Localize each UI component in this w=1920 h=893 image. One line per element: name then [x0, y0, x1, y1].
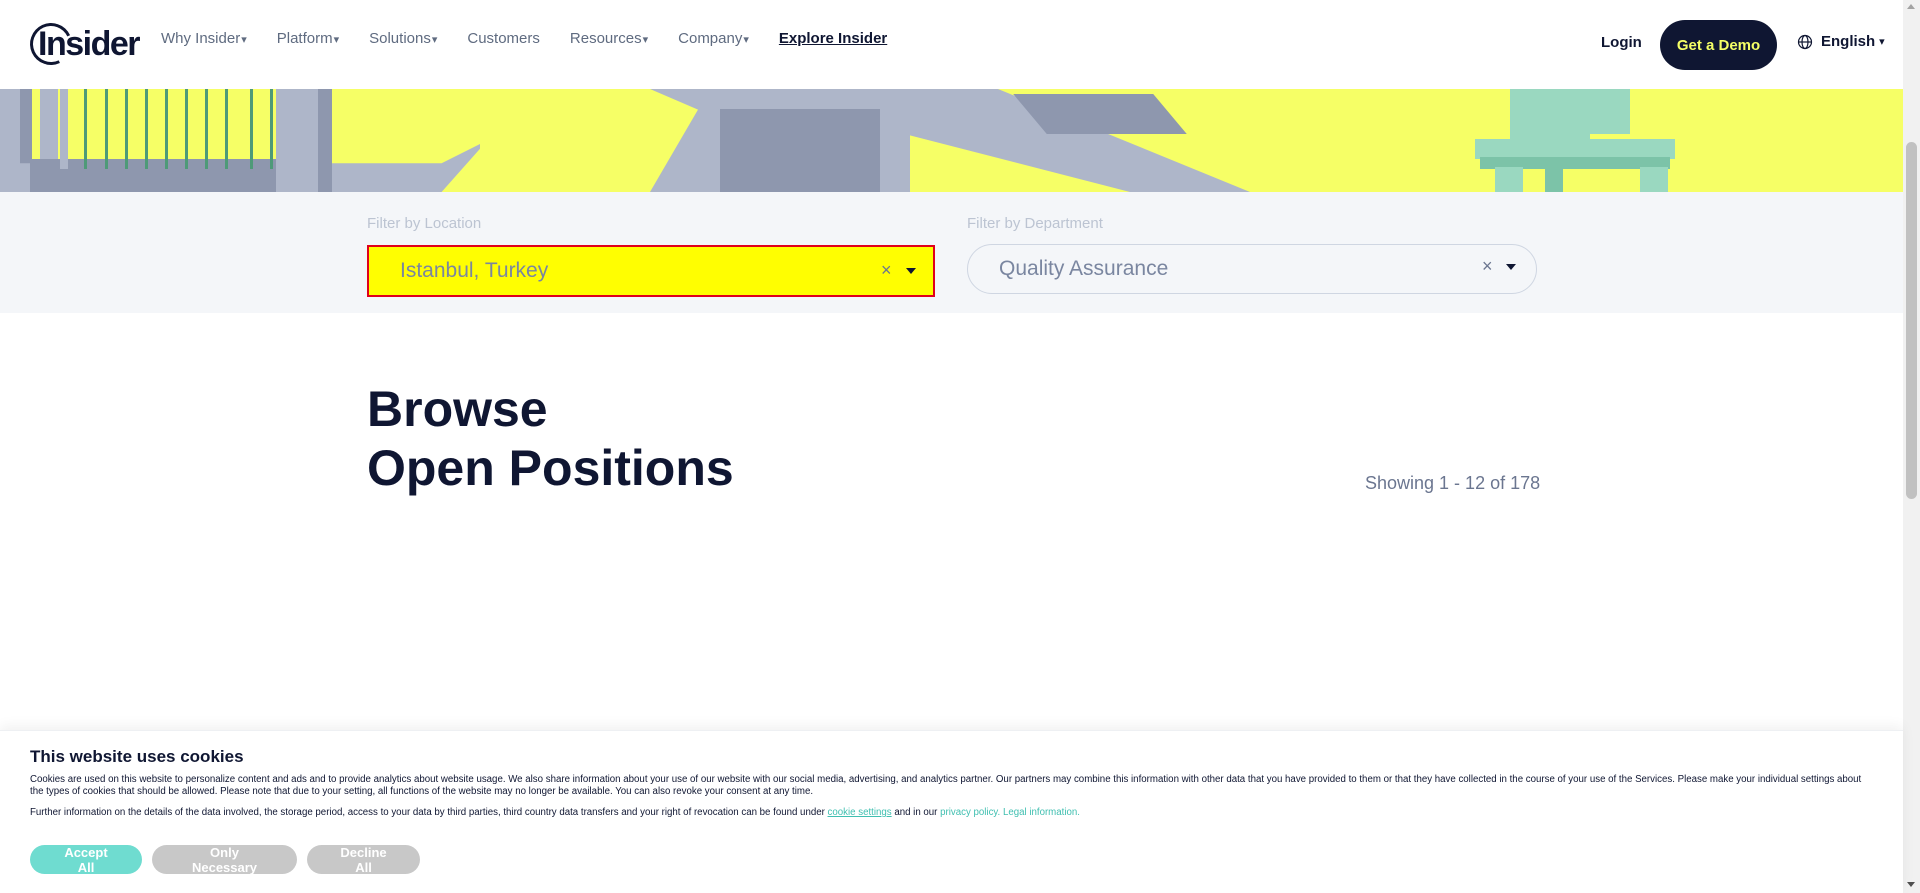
location-select[interactable]: Istanbul, Turkey × — [367, 245, 935, 297]
scroll-down-arrow-icon[interactable] — [1907, 882, 1915, 887]
filter-location-label: Filter by Location — [367, 215, 482, 232]
page-title-line1: Browse — [367, 381, 548, 437]
page-scrollbar[interactable] — [1903, 0, 1920, 893]
nav-platform-label: Platform — [276, 30, 333, 47]
results-count: Showing 1 - 12 of 178 — [1365, 473, 1541, 493]
chevron-down-icon: ▾ — [333, 34, 340, 46]
privacy-policy-link[interactable]: privacy policy. — [940, 807, 1000, 818]
nav-solutions-label: Solutions — [369, 30, 431, 47]
decline-all-button[interactable]: Decline All — [307, 845, 420, 875]
nav-company-label: Company — [678, 30, 743, 47]
cookie-banner: This website uses cookies Cookies are us… — [0, 730, 1903, 893]
logo-text: Insider — [38, 24, 140, 63]
globe-icon — [1797, 34, 1813, 49]
cookie-settings-link[interactable]: cookie settings — [828, 807, 892, 818]
insider-logo[interactable]: Insider — [24, 17, 140, 71]
location-select-value: Istanbul, Turkey — [400, 259, 549, 282]
site-header: Insider Why Insider▾ Platform▾ Solutions… — [0, 0, 1902, 89]
nav-explore-insider[interactable]: Explore Insider — [779, 30, 887, 47]
nav-customers[interactable]: Customers — [467, 30, 540, 47]
scroll-up-arrow-icon[interactable] — [1907, 4, 1915, 9]
chevron-down-icon: ▾ — [1879, 36, 1885, 48]
filter-bar — [0, 192, 1903, 313]
nav-solutions[interactable]: Solutions▾ — [369, 30, 437, 47]
cookie-banner-further-info: Further information on the details of th… — [30, 807, 1875, 818]
chevron-down-icon: ▾ — [241, 34, 247, 46]
chevron-down-icon: ▾ — [642, 34, 649, 46]
legal-information-link[interactable]: Legal information. — [1003, 807, 1080, 818]
nav-customers-label: Customers — [467, 30, 540, 47]
department-dropdown-arrow-icon[interactable] — [1506, 264, 1516, 270]
filter-department-label: Filter by Department — [967, 215, 1103, 232]
hero-banner-illustration — [0, 89, 1903, 192]
language-selector[interactable]: English ▾ — [1797, 33, 1885, 50]
clear-department-icon[interactable]: × — [1482, 256, 1493, 277]
login-link[interactable]: Login — [1601, 34, 1642, 51]
chevron-down-icon: ▾ — [431, 34, 438, 46]
language-label: English — [1821, 33, 1876, 50]
cookie-banner-title: This website uses cookies — [30, 747, 244, 766]
cookie-button-group: Accept All Only Necessary Decline All — [30, 845, 420, 875]
department-select[interactable]: Quality Assurance × — [967, 244, 1537, 294]
cookie-banner-text: Cookies are used on this website to pers… — [30, 774, 1862, 797]
nav-company[interactable]: Company▾ — [678, 30, 749, 47]
page-title: Browse Open Positions — [367, 380, 734, 498]
careers-page: Insider Why Insider▾ Platform▾ Solutions… — [0, 0, 1920, 893]
nav-why-insider[interactable]: Why Insider▾ — [161, 30, 247, 47]
only-necessary-button[interactable]: Only Necessary — [152, 845, 297, 875]
main-nav: Why Insider▾ Platform▾ Solutions▾ Custom… — [161, 30, 917, 47]
cookie-further-info-middle: and in our — [891, 807, 941, 818]
clear-location-icon[interactable]: × — [881, 260, 892, 281]
nav-resources[interactable]: Resources▾ — [570, 30, 648, 47]
location-dropdown-arrow-icon[interactable] — [906, 268, 916, 274]
nav-why-insider-label: Why Insider — [161, 30, 241, 47]
page-title-line2: Open Positions — [367, 440, 734, 496]
cookie-further-info-text: Further information on the details of th… — [30, 807, 828, 818]
nav-resources-label: Resources — [569, 30, 642, 47]
department-select-value: Quality Assurance — [999, 257, 1169, 280]
nav-platform[interactable]: Platform▾ — [277, 30, 339, 47]
accept-all-button[interactable]: Accept All — [30, 845, 142, 875]
get-a-demo-button[interactable]: Get a Demo — [1660, 20, 1777, 70]
scrollbar-thumb[interactable] — [1906, 142, 1917, 499]
chevron-down-icon: ▾ — [743, 34, 749, 46]
